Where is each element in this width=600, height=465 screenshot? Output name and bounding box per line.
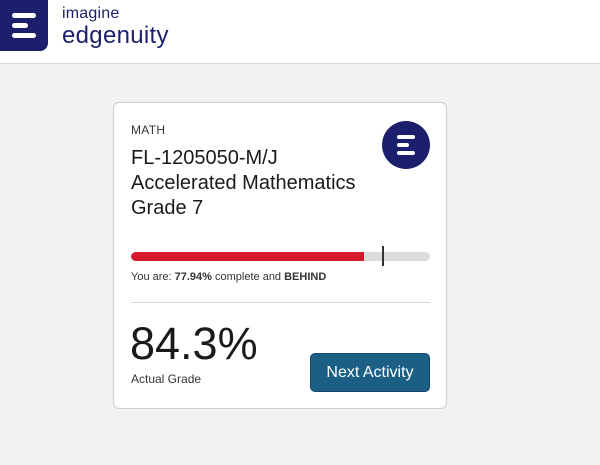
next-activity-button[interactable]: Next Activity — [310, 353, 430, 392]
status-word: BEHIND — [284, 271, 327, 283]
status-prefix: You are: — [131, 271, 175, 283]
course-subject: MATH — [131, 123, 166, 137]
brand-line-edgenuity: edgenuity — [62, 22, 169, 49]
course-card[interactable]: MATH FL-1205050-M/J Accelerated Mathemat… — [113, 102, 447, 409]
progress-bar-fill — [131, 252, 365, 261]
progress-status: You are: 77.94% complete and BEHIND — [131, 271, 326, 283]
edgenuity-course-icon — [382, 121, 430, 169]
card-divider — [131, 302, 430, 303]
progress-target-marker — [382, 246, 385, 266]
status-percent: 77.94% — [174, 271, 212, 283]
status-middle: complete and — [211, 271, 285, 283]
course-title[interactable]: FL-1205050-M/J Accelerated Mathematics G… — [131, 146, 386, 221]
actual-grade-value: 84.3% — [130, 318, 258, 369]
actual-grade-label: Actual Grade — [131, 372, 202, 386]
edgenuity-logo-icon[interactable] — [0, 0, 48, 51]
app-header: imagine edgenuity — [0, 0, 600, 64]
progress-bar — [131, 252, 430, 261]
brand-line-imagine: imagine — [62, 5, 120, 22]
